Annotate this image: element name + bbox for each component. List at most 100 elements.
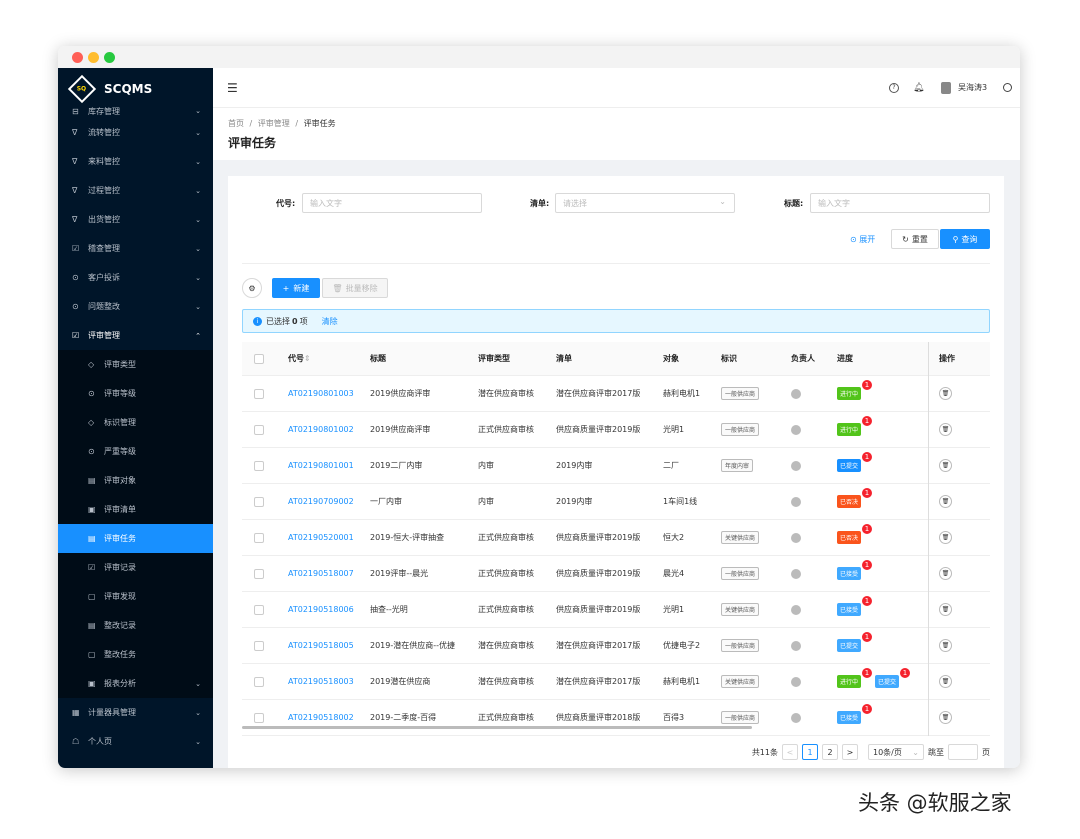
task-code-link[interactable]: AT02190518006: [288, 592, 354, 627]
task-code-link[interactable]: AT02190518007: [288, 556, 354, 591]
sidebar-item[interactable]: ▤ 评审任务: [58, 524, 213, 553]
sidebar-item[interactable]: ☑ 评审管理 ⌃: [58, 321, 213, 350]
column-header[interactable]: 操作: [939, 342, 955, 375]
avatar[interactable]: [941, 81, 951, 94]
sidebar-item[interactable]: ▢ 整改任务: [58, 640, 213, 669]
globe-icon[interactable]: [1003, 83, 1012, 92]
sidebar-item[interactable]: ⊙ 评审等级: [58, 379, 213, 408]
row-checkbox[interactable]: [254, 700, 264, 735]
page-2-button[interactable]: 2: [822, 744, 838, 760]
sidebar-item[interactable]: ⊙ 问题整改 ⌄: [58, 292, 213, 321]
minimize-dot[interactable]: [88, 52, 99, 63]
delete-button[interactable]: 🗑︎: [939, 592, 952, 627]
owner-avatar[interactable]: [791, 412, 801, 447]
owner-avatar[interactable]: [791, 628, 801, 663]
row-checkbox[interactable]: [254, 484, 264, 519]
sidebar-item[interactable]: ◇ 标识管理: [58, 408, 213, 437]
row-checkbox[interactable]: [254, 628, 264, 663]
delete-button[interactable]: 🗑︎: [939, 520, 952, 555]
delete-button[interactable]: 🗑︎: [939, 376, 952, 411]
code-input[interactable]: 输入文字: [302, 193, 482, 213]
column-header[interactable]: 评审类型: [478, 342, 510, 375]
sidebar-item[interactable]: ⊙ 客户投诉 ⌄: [58, 263, 213, 292]
delete-button[interactable]: 🗑︎: [939, 556, 952, 591]
task-code-link[interactable]: AT02190520001: [288, 520, 354, 555]
sidebar-item[interactable]: ☑ 稽查管理 ⌄: [58, 234, 213, 263]
list-select[interactable]: 请选择 ⌄: [555, 193, 735, 213]
reset-button[interactable]: ↻ 重置: [891, 229, 939, 249]
sidebar-item[interactable]: ⊙ 严重等级: [58, 437, 213, 466]
delete-button[interactable]: 🗑︎: [939, 664, 952, 699]
sidebar-item[interactable]: ⊟ 库存管理 ⌄: [58, 104, 213, 118]
new-button[interactable]: + 新建: [272, 278, 320, 298]
sidebar-item[interactable]: ▦ 计量器具管理 ⌄: [58, 698, 213, 727]
breadcrumb-section[interactable]: 评审管理: [258, 119, 290, 128]
sidebar-item[interactable]: ∇ 流转管控 ⌄: [58, 118, 213, 147]
query-button[interactable]: ⚲ 查询: [940, 229, 990, 249]
owner-avatar[interactable]: [791, 520, 801, 555]
column-header[interactable]: 清单: [556, 342, 572, 375]
sidebar-item[interactable]: ☖ 个人页 ⌄: [58, 727, 213, 756]
menu-fold-icon[interactable]: ☰: [227, 81, 238, 95]
expand-link[interactable]: ⊙ 展开: [850, 234, 875, 245]
maximize-dot[interactable]: [104, 52, 115, 63]
owner-avatar[interactable]: [791, 664, 801, 699]
clear-link[interactable]: 清除: [322, 316, 338, 327]
sidebar-item[interactable]: ☑ 评审记录: [58, 553, 213, 582]
delete-button[interactable]: 🗑︎: [939, 484, 952, 519]
delete-button[interactable]: 🗑︎: [939, 448, 952, 483]
row-checkbox[interactable]: [254, 664, 264, 699]
sidebar-item[interactable]: ∇ 出货管控 ⌄: [58, 205, 213, 234]
sidebar-item[interactable]: ▢ 评审发现: [58, 582, 213, 611]
owner-avatar[interactable]: [791, 484, 801, 519]
bell-icon[interactable]: 🔔︎: [913, 83, 924, 93]
owner-avatar[interactable]: [791, 556, 801, 591]
breadcrumb-home[interactable]: 首页: [228, 119, 244, 128]
task-code-link[interactable]: AT02190801001: [288, 448, 354, 483]
select-all-checkbox[interactable]: [254, 342, 264, 375]
row-checkbox[interactable]: [254, 448, 264, 483]
column-header[interactable]: 标识: [721, 342, 737, 375]
task-code-link[interactable]: AT02190801003: [288, 376, 354, 411]
prev-page-button[interactable]: <: [782, 744, 798, 760]
task-code-link[interactable]: AT02190518002: [288, 700, 354, 735]
title-input[interactable]: 输入文字: [810, 193, 990, 213]
owner-avatar[interactable]: [791, 700, 801, 735]
row-checkbox[interactable]: [254, 556, 264, 591]
row-checkbox[interactable]: [254, 412, 264, 447]
page-1-button[interactable]: 1: [802, 744, 818, 760]
help-icon[interactable]: ?: [889, 82, 899, 93]
user-name[interactable]: 吴海涛3: [958, 82, 987, 93]
sidebar-item[interactable]: ▤ 整改记录: [58, 611, 213, 640]
sidebar-item[interactable]: ▤ 评审对象: [58, 466, 213, 495]
row-checkbox[interactable]: [254, 592, 264, 627]
sidebar-item[interactable]: ◇ 评审类型: [58, 350, 213, 379]
task-code-link[interactable]: AT02190518005: [288, 628, 354, 663]
task-code-link[interactable]: AT02190709002: [288, 484, 354, 519]
delete-button[interactable]: 🗑︎: [939, 700, 952, 735]
sidebar-item[interactable]: ▣ 评审清单: [58, 495, 213, 524]
sort-icon[interactable]: ⇕: [304, 354, 311, 363]
owner-avatar[interactable]: [791, 592, 801, 627]
horizontal-scrollbar[interactable]: [242, 726, 752, 729]
delete-button[interactable]: 🗑︎: [939, 628, 952, 663]
column-header[interactable]: 负责人: [791, 342, 815, 375]
column-header[interactable]: 代号 ⇕: [288, 342, 311, 375]
row-checkbox[interactable]: [254, 376, 264, 411]
column-header[interactable]: 标题: [370, 342, 386, 375]
batch-remove-button[interactable]: 🗑︎ 批量移除: [322, 278, 388, 298]
column-header[interactable]: 进度: [837, 342, 853, 375]
close-dot[interactable]: [72, 52, 83, 63]
goto-input[interactable]: [948, 744, 978, 760]
row-checkbox[interactable]: [254, 520, 264, 555]
task-code-link[interactable]: AT02190518003: [288, 664, 354, 699]
delete-button[interactable]: 🗑︎: [939, 412, 952, 447]
sidebar-item[interactable]: ∇ 来料管控 ⌄: [58, 147, 213, 176]
column-header[interactable]: 对象: [663, 342, 679, 375]
sidebar-item[interactable]: ∇ 过程管控 ⌄: [58, 176, 213, 205]
owner-avatar[interactable]: [791, 376, 801, 411]
owner-avatar[interactable]: [791, 448, 801, 483]
settings-button[interactable]: ⚙: [242, 278, 262, 298]
sidebar-item[interactable]: ▣ 报表分析 ⌄: [58, 669, 213, 698]
next-page-button[interactable]: >: [842, 744, 858, 760]
